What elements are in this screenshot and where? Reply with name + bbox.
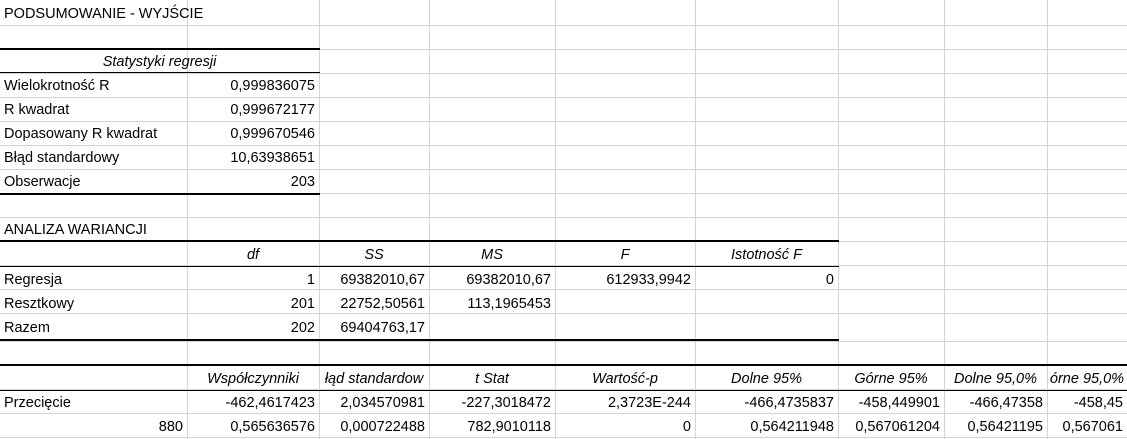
sheet-title[interactable]: PODSUMOWANIE - WYJŚCIE [0,2,320,26]
gridline [0,341,1127,342]
stat-value[interactable]: 0,999836075 [187,74,319,98]
border [0,339,839,341]
anova-df[interactable]: 202 [187,316,319,340]
anova-sig[interactable]: 0 [695,268,838,292]
coef-value[interactable]: -466,47358 [944,391,1047,415]
anova-header-ss[interactable]: SS [319,243,429,267]
coef-row-label[interactable]: Przecięcie [0,391,187,415]
coef-value[interactable]: 2,3723E-244 [555,391,695,415]
stat-label[interactable]: Błąd standardowy [0,146,187,170]
coef-value[interactable]: -462,4617423 [187,391,319,415]
border [0,266,839,267]
coef-value[interactable]: 782,9010118 [429,415,555,439]
border [0,72,320,73]
stat-label[interactable]: Obserwacje [0,170,187,194]
anova-ss[interactable]: 22752,50561 [319,292,429,316]
coef-header[interactable]: Dolne 95,0% [944,367,1047,391]
coef-header[interactable]: Górne 95% [838,367,944,391]
coef-row-label[interactable]: 880 [0,415,187,439]
spreadsheet-grid[interactable]: PODSUMOWANIE - WYJŚCIE Statystyki regres… [0,0,1127,439]
coef-value[interactable]: 0,567061 [1047,415,1127,439]
coef-header[interactable]: łąd standardow [319,367,429,391]
coef-value[interactable]: -458,449901 [838,391,944,415]
anova-row-label[interactable]: Regresja [0,268,187,292]
coef-value[interactable]: -458,45 [1047,391,1127,415]
coef-value[interactable]: 0,56421195 [944,415,1047,439]
coef-header[interactable]: Wartość-p [555,367,695,391]
coef-value[interactable]: -466,4735837 [695,391,838,415]
anova-df[interactable]: 201 [187,292,319,316]
coef-value[interactable]: 0,000722488 [319,415,429,439]
coef-header[interactable]: Dolne 95% [695,367,838,391]
anova-ms[interactable]: 113,1965453 [429,292,555,316]
coef-header[interactable]: Współczynniki [187,367,319,391]
border [0,193,320,195]
coef-value[interactable]: 0 [555,415,695,439]
anova-title[interactable]: ANALIZA WARIANCJI [0,218,320,242]
anova-ss[interactable]: 69382010,67 [319,268,429,292]
anova-df[interactable]: 1 [187,268,319,292]
anova-header-f[interactable]: F [555,243,695,267]
coef-header[interactable]: órne 95,0% [1047,367,1127,391]
anova-header-ms[interactable]: MS [429,243,555,267]
anova-ss[interactable]: 69404763,17 [319,316,429,340]
border [0,364,1127,366]
anova-f[interactable]: 612933,9942 [555,268,695,292]
coef-value[interactable]: 0,565636576 [187,415,319,439]
border [0,240,839,242]
coef-value[interactable]: 2,034570981 [319,391,429,415]
coef-value[interactable]: -227,3018472 [429,391,555,415]
coef-header[interactable]: t Stat [429,367,555,391]
regression-stats-header[interactable]: Statystyki regresji [0,50,319,74]
anova-header-sig[interactable]: Istotność F [695,243,838,267]
stat-label[interactable]: Wielokrotność R [0,74,187,98]
border [0,48,320,50]
stat-label[interactable]: Dopasowany R kwadrat [0,122,187,146]
coef-value[interactable]: 0,564211948 [695,415,838,439]
anova-row-label[interactable]: Razem [0,316,187,340]
stat-value[interactable]: 203 [187,170,319,194]
coef-value[interactable]: 0,567061204 [838,415,944,439]
stat-value[interactable]: 0,999672177 [187,98,319,122]
anova-row-label[interactable]: Resztkowy [0,292,187,316]
stat-value[interactable]: 10,63938651 [187,146,319,170]
stat-label[interactable]: R kwadrat [0,98,187,122]
stat-value[interactable]: 0,999670546 [187,122,319,146]
anova-ms[interactable]: 69382010,67 [429,268,555,292]
anova-header-df[interactable]: df [187,243,319,267]
